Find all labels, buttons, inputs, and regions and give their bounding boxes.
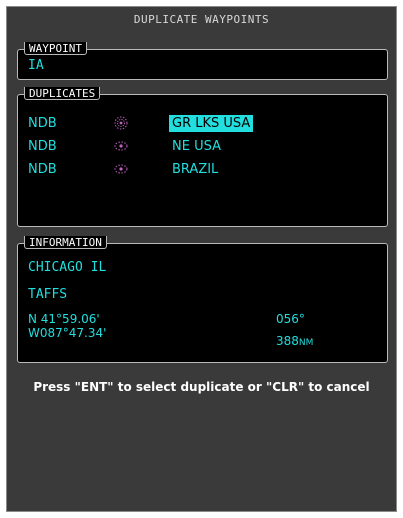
bearing-value: 056°: [276, 312, 305, 326]
duplicate-row[interactable]: NDB GR LKS USA: [18, 114, 387, 134]
waypoint-identifier[interactable]: IA: [28, 58, 44, 73]
duplicate-type: NDB: [28, 139, 57, 154]
duplicate-type: NDB: [28, 116, 57, 131]
duplicate-region[interactable]: NE USA: [169, 138, 224, 155]
information-box-label: INFORMATION: [24, 236, 107, 249]
ndb-symbol-icon: [114, 141, 128, 151]
waypoint-name: TAFFS: [28, 287, 68, 302]
waypoint-latitude: N 41°59.06': [28, 312, 100, 326]
waypoint-city: CHICAGO IL: [28, 260, 107, 275]
instruction-prompt: Press "ENT" to select duplicate or "CLR"…: [33, 380, 370, 394]
distance-value: 388: [276, 334, 299, 348]
duplicates-box-label: DUPLICATES: [24, 87, 101, 100]
duplicate-type: NDB: [28, 162, 57, 177]
duplicates-box: DUPLICATES NDB GR LKS USA NDB NE USA NDB: [17, 87, 388, 227]
ndb-symbol-icon: [114, 164, 128, 174]
information-box: INFORMATION CHICAGO IL TAFFS N 41°59.06'…: [17, 236, 388, 363]
waypoint-box: WAYPOINT IA: [17, 42, 388, 80]
ndb-symbol-icon: [114, 116, 128, 130]
duplicate-region[interactable]: GR LKS USA: [169, 115, 254, 132]
distance-unit: NM: [298, 338, 314, 348]
duplicate-region[interactable]: BRAZIL: [169, 161, 221, 178]
waypoint-box-label: WAYPOINT: [24, 42, 87, 55]
duplicate-waypoints-window: DUPLICATE WAYPOINTS WAYPOINT IA DUPLICAT…: [6, 6, 397, 512]
distance-readout: 388NM: [276, 334, 313, 348]
waypoint-longitude: W087°47.34': [28, 326, 107, 340]
window-title: DUPLICATE WAYPOINTS: [133, 13, 270, 26]
duplicate-row[interactable]: NDB BRAZIL: [18, 160, 387, 180]
duplicate-row[interactable]: NDB NE USA: [18, 137, 387, 157]
